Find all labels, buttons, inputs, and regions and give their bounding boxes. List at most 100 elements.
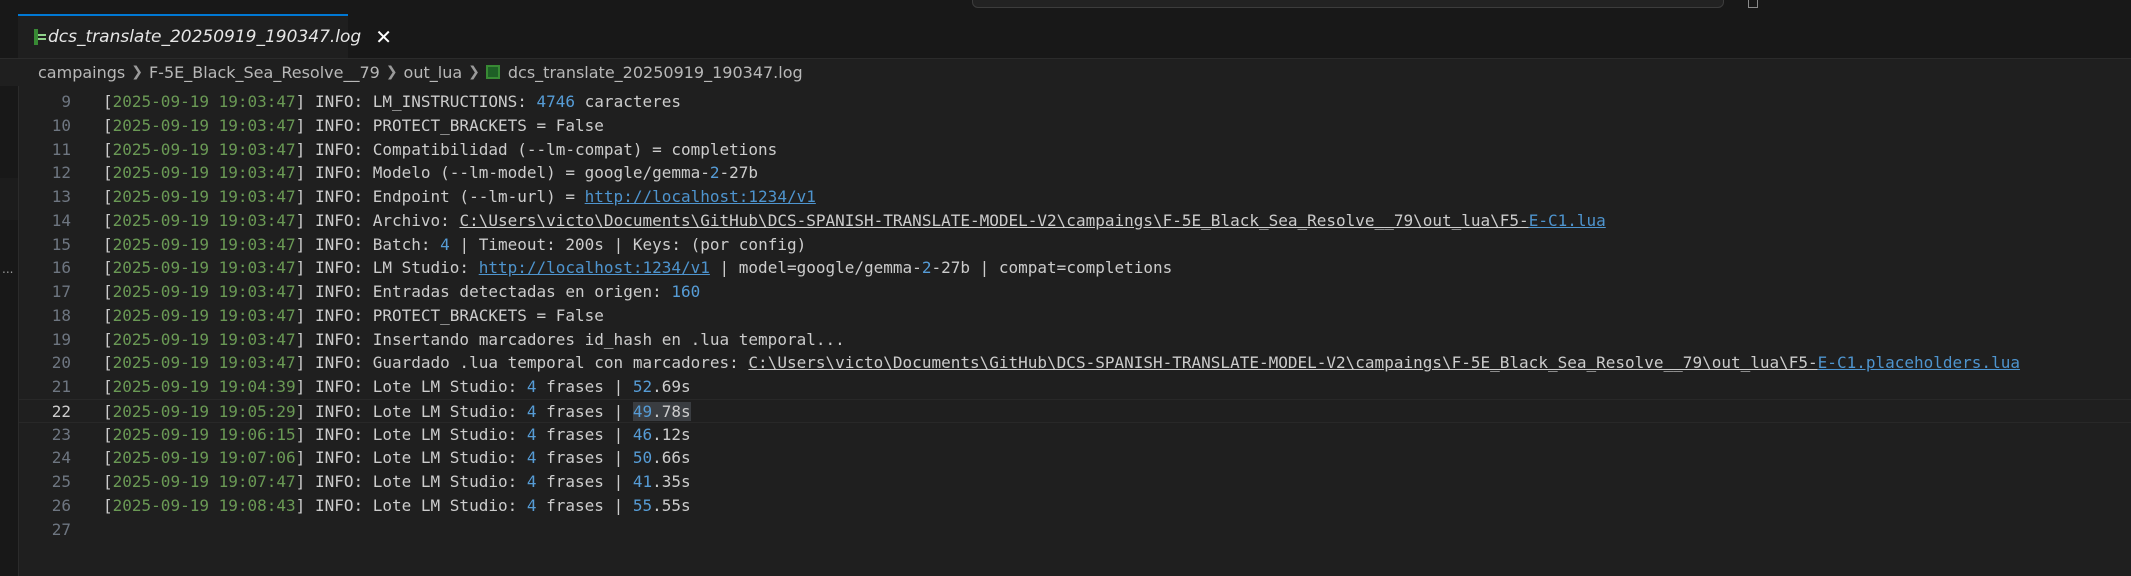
breadcrumb-item[interactable]: out_lua bbox=[404, 63, 463, 82]
url-link[interactable]: http://localhost:1234/v1 bbox=[479, 258, 710, 277]
log-timestamp: 2025-09-19 19:03:47 bbox=[112, 329, 296, 349]
log-text: [2025-09-19 19:08:43] INFO: Lote LM Stud… bbox=[103, 495, 691, 515]
log-timestamp: 2025-09-19 19:06:15 bbox=[112, 424, 296, 444]
log-message: frases | bbox=[536, 448, 633, 468]
file-path-link[interactable]: C:\Users\victo\Documents\GitHub\DCS-SPAN… bbox=[459, 211, 1528, 230]
line-number: 21 bbox=[51, 377, 71, 396]
log-timestamp: 2025-09-19 19:08:43 bbox=[112, 495, 296, 515]
log-message: INFO: LM_INSTRUCTIONS: bbox=[314, 92, 537, 111]
log-line[interactable]: 10 [2025-09-19 19:03:47] INFO: PROTECT_BR… bbox=[19, 114, 2131, 138]
line-number: 24 bbox=[51, 448, 71, 468]
log-text: [2025-09-19 19:03:47] INFO: Insertando m… bbox=[103, 329, 845, 349]
tab-label: dcs_translate_20250919_190347.log bbox=[48, 27, 362, 47]
editor[interactable]: 9 [2025-09-19 19:03:47] INFO: LM_INSTRUCT… bbox=[19, 90, 2131, 576]
line-number: 20 bbox=[51, 353, 71, 373]
log-timestamp: 2025-09-19 19:03:47 bbox=[112, 210, 296, 230]
log-number: 4 bbox=[440, 234, 450, 254]
log-message: INFO: Insertando marcadores id_hash en .… bbox=[314, 329, 845, 349]
duration-unit: .12s bbox=[652, 424, 691, 444]
log-message: INFO: LM Studio: bbox=[314, 258, 479, 278]
log-text: [2025-09-19 19:03:47] INFO: Endpoint (--… bbox=[103, 187, 816, 206]
log-message: INFO: Lote LM Studio: bbox=[314, 401, 527, 421]
duration-value: 55 bbox=[632, 495, 653, 515]
log-number: 4 bbox=[526, 448, 537, 468]
url-link[interactable]: E-C1.lua bbox=[1529, 211, 1606, 230]
breadcrumb-item[interactable]: F-5E_Black_Sea_Resolve__79 bbox=[149, 63, 380, 82]
log-timestamp: 2025-09-19 19:05:29 bbox=[112, 401, 296, 421]
tab-log-file[interactable]: dcs_translate_20250919_190347.log ✕ bbox=[18, 14, 392, 58]
log-timestamp: 2025-09-19 19:03:47 bbox=[112, 163, 296, 183]
line-number: 11 bbox=[51, 139, 71, 159]
line-number: 22 bbox=[51, 401, 71, 421]
log-line[interactable]: 17 [2025-09-19 19:03:47] INFO: Entradas d… bbox=[19, 280, 2131, 304]
log-message: INFO: PROTECT_BRACKETS = False bbox=[314, 115, 604, 135]
log-message: INFO: PROTECT_BRACKETS = False bbox=[314, 305, 604, 325]
log-text: [2025-09-19 19:04:39] INFO: Lote LM Stud… bbox=[103, 377, 691, 396]
log-number: 4 bbox=[526, 495, 537, 515]
url-link[interactable]: http://localhost:1234/v1 bbox=[585, 187, 816, 206]
duration-value: 46 bbox=[632, 424, 653, 444]
layout-icon[interactable] bbox=[1748, 0, 1758, 8]
log-message: INFO: Endpoint (--lm-url) = bbox=[314, 187, 585, 206]
chevron-right-icon: ❯ bbox=[468, 64, 480, 80]
line-number: 13 bbox=[51, 187, 71, 206]
close-icon[interactable]: ✕ bbox=[375, 25, 392, 49]
log-text: [2025-09-19 19:05:29] INFO: Lote LM Stud… bbox=[103, 401, 691, 421]
log-text: [2025-09-19 19:03:47] INFO: LM_INSTRUCTI… bbox=[103, 92, 681, 111]
log-message: caracteres bbox=[575, 92, 681, 111]
log-number: 4 bbox=[526, 424, 537, 444]
log-line[interactable]: 18 [2025-09-19 19:03:47] INFO: PROTECT_BR… bbox=[19, 304, 2131, 328]
line-number: 19 bbox=[51, 329, 71, 349]
log-number: 160 bbox=[671, 282, 701, 301]
log-timestamp: 2025-09-19 19:03:47 bbox=[112, 305, 296, 325]
duration-unit: .55s bbox=[652, 495, 691, 515]
file-path-link[interactable]: C:\Users\victo\Documents\GitHub\DCS-SPAN… bbox=[748, 353, 1817, 372]
log-message: | model=google/gemma- bbox=[709, 258, 922, 278]
log-line[interactable]: 24 [2025-09-19 19:07:06] INFO: Lote LM St… bbox=[19, 446, 2131, 470]
duration-value: 50 bbox=[632, 448, 653, 468]
duration-unit: .35s bbox=[652, 472, 691, 491]
duration-value: 52 bbox=[632, 377, 653, 396]
tab-bar: dcs_translate_20250919_190347.log ✕ bbox=[0, 14, 2131, 59]
line-number: 12 bbox=[51, 163, 71, 183]
log-timestamp: 2025-09-19 19:03:47 bbox=[112, 282, 296, 301]
log-text: [2025-09-19 19:03:47] INFO: Batch: 4 | T… bbox=[103, 234, 807, 254]
log-message: -27b | compat=completions bbox=[931, 258, 1173, 278]
log-text: [2025-09-19 19:07:06] INFO: Lote LM Stud… bbox=[103, 448, 691, 468]
log-line[interactable]: 25 [2025-09-19 19:07:47] INFO: Lote LM St… bbox=[19, 470, 2131, 494]
log-message: INFO: Lote LM Studio: bbox=[314, 377, 527, 396]
log-line[interactable]: 21 [2025-09-19 19:04:39] INFO: Lote LM St… bbox=[19, 375, 2131, 399]
log-line[interactable]: 9 [2025-09-19 19:03:47] INFO: LM_INSTRUCT… bbox=[19, 90, 2131, 114]
breadcrumb-item[interactable]: campaings bbox=[38, 63, 125, 82]
line-number: 10 bbox=[51, 115, 71, 135]
log-message: | Timeout: 200s | Keys: (por config) bbox=[449, 234, 807, 254]
breadcrumb-item[interactable]: dcs_translate_20250919_190347.log bbox=[508, 63, 803, 82]
log-line[interactable]: 16 [2025-09-19 19:03:47] INFO: LM Studio:… bbox=[19, 256, 2131, 280]
log-timestamp: 2025-09-19 19:03:47 bbox=[112, 258, 296, 278]
command-center[interactable] bbox=[972, 0, 1724, 8]
log-line[interactable]: 12 [2025-09-19 19:03:47] INFO: Modelo (--… bbox=[19, 161, 2131, 185]
log-line[interactable]: 15 [2025-09-19 19:03:47] INFO: Batch: 4 |… bbox=[19, 233, 2131, 257]
log-line[interactable]: 20 [2025-09-19 19:03:47] INFO: Guardado .… bbox=[19, 351, 2131, 375]
log-number: 4 bbox=[526, 377, 537, 396]
log-line[interactable]: 19 [2025-09-19 19:03:47] INFO: Insertando… bbox=[19, 328, 2131, 352]
log-line[interactable]: 26 [2025-09-19 19:08:43] INFO: Lote LM St… bbox=[19, 494, 2131, 518]
log-message: INFO: Guardado .lua temporal con marcado… bbox=[314, 353, 749, 373]
chevron-right-icon: ❯ bbox=[385, 64, 398, 80]
log-line[interactable]: 14 [2025-09-19 19:03:47] INFO: Archivo: C… bbox=[19, 209, 2131, 233]
url-link[interactable]: E-C1.placeholders.lua bbox=[1818, 353, 2020, 372]
log-line[interactable]: 23 [2025-09-19 19:06:15] INFO: Lote LM St… bbox=[19, 423, 2131, 447]
log-line[interactable]: 22 [2025-09-19 19:05:29] INFO: Lote LM St… bbox=[19, 398, 2131, 423]
line-number: 16 bbox=[51, 258, 71, 278]
title-bar bbox=[0, 0, 2131, 14]
log-line[interactable]: 27 bbox=[19, 518, 2131, 542]
log-file-icon bbox=[485, 65, 500, 79]
log-line[interactable]: 13 [2025-09-19 19:03:47] INFO: Endpoint (… bbox=[19, 185, 2131, 209]
log-message: INFO: Compatibilidad (--lm-compat) = com… bbox=[314, 139, 778, 159]
line-number: 15 bbox=[51, 234, 71, 254]
line-number: 18 bbox=[51, 305, 71, 325]
log-line[interactable]: 11 [2025-09-19 19:03:47] INFO: Compatibil… bbox=[19, 138, 2131, 162]
log-file-icon bbox=[34, 29, 46, 45]
log-text: [2025-09-19 19:07:47] INFO: Lote LM Stud… bbox=[103, 472, 691, 491]
log-message: frases | bbox=[536, 401, 633, 421]
